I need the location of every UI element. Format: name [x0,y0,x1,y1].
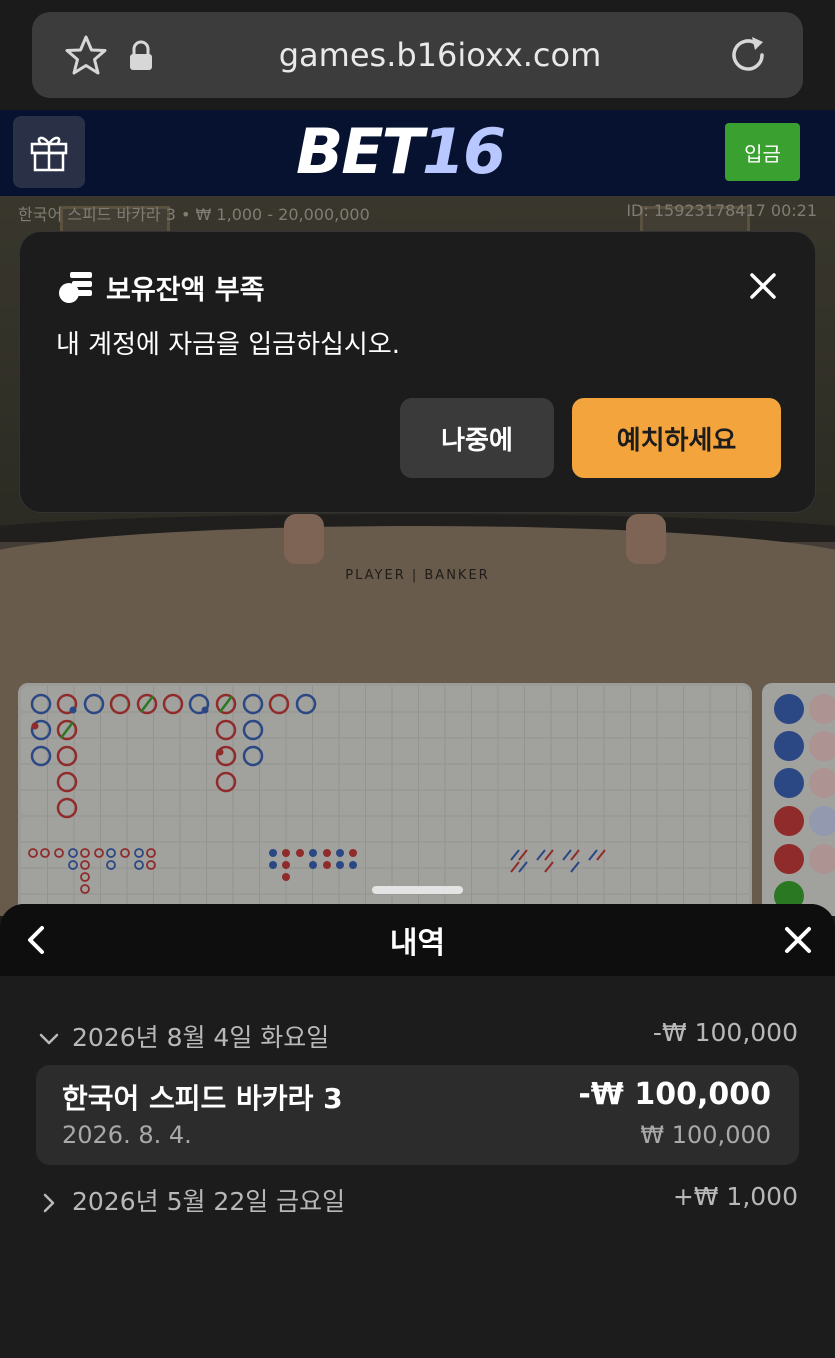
deposit-now-button[interactable]: 예치하세요 [572,398,781,478]
close-icon[interactable] [746,269,780,303]
deposit-button[interactable]: 입금 [725,123,800,181]
later-button[interactable]: 나중에 [400,398,554,478]
gift-button[interactable] [13,116,85,188]
brand-logo-number: 16 [421,115,506,188]
sheet-header: 내역 [0,904,835,976]
entry-stake: ₩ 100,000 [640,1121,771,1149]
insufficient-balance-dialog: 보유잔액 부족 내 계정에 자금을 입금하십시오. 나중에 예치하세요 [19,231,816,513]
lock-icon [130,40,152,70]
bookmark-star-icon[interactable] [64,34,108,78]
dialog-title: 보유잔액 부족 [106,275,265,306]
url-text[interactable]: games.b16ioxx.com [200,36,680,74]
entry-date: 2026. 8. 4. [62,1121,192,1149]
brand-logo-text: BET [296,115,424,188]
entry-net-amount: -₩ 100,000 [578,1077,771,1112]
coins-icon [59,272,92,303]
site-header: BET16 입금 [0,110,835,196]
sheet-drag-handle[interactable] [372,886,463,894]
group-date: 2026년 8월 4일 화요일 [72,1023,330,1052]
history-group-row[interactable]: 2026년 8월 4일 화요일 -₩ 100,000 [36,1018,798,1058]
group-amount: -₩ 100,000 [652,1018,798,1047]
history-entry[interactable]: 한국어 스피드 바카라 3 2026. 8. 4. -₩ 100,000 ₩ 1… [36,1065,799,1165]
group-amount: +₩ 1,000 [672,1182,798,1211]
gift-icon [30,136,68,172]
history-sheet: 내역 2026년 8월 4일 화요일 -₩ 100,000 한국어 스피드 바카… [0,904,835,1358]
close-icon[interactable] [782,924,814,956]
history-group-row[interactable]: 2026년 5월 22일 금요일 +₩ 1,000 [36,1182,798,1222]
entry-game-name: 한국어 스피드 바카라 3 [62,1082,343,1115]
sheet-title: 내역 [389,926,446,961]
dialog-message: 내 계정에 자금을 입금하십시오. [56,330,401,360]
reload-icon[interactable] [726,32,770,78]
brand-logo[interactable]: BET16 [296,114,526,190]
browser-toolbar: games.b16ioxx.com [0,0,835,110]
chevron-right-icon [43,1193,55,1213]
group-date: 2026년 5월 22일 금요일 [72,1187,346,1216]
chevron-down-icon [39,1033,59,1045]
